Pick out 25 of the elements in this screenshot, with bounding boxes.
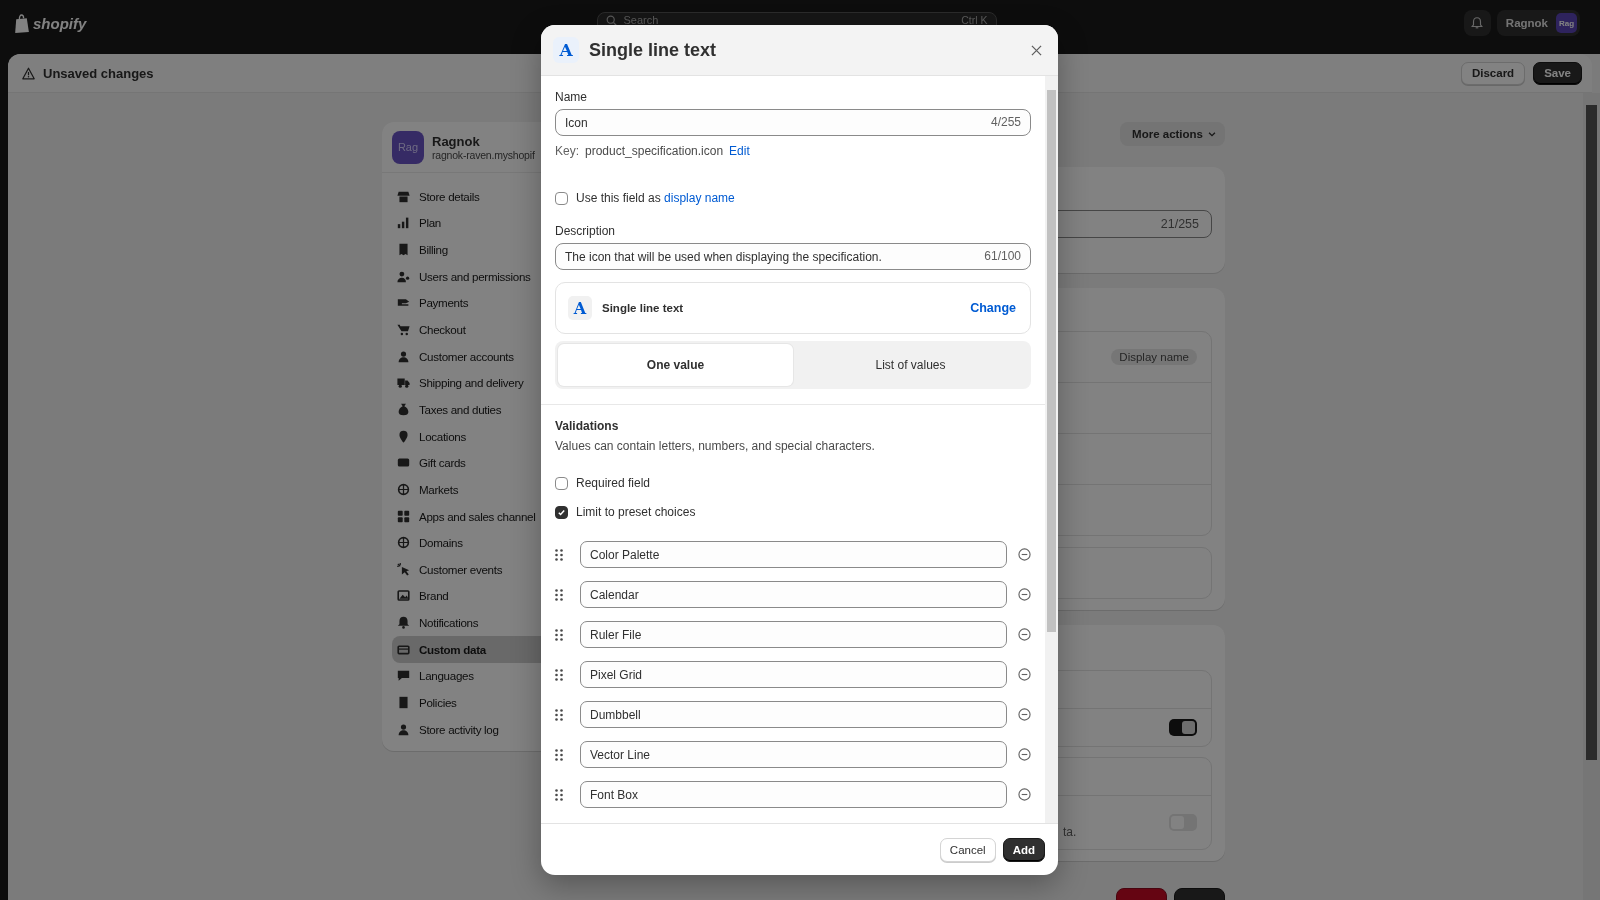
display-name-badge: Display name [1111,349,1197,365]
unsaved-title: Unsaved changes [43,65,155,81]
section-title: Validations [555,418,620,434]
character-count: 61/100 [984,249,1021,263]
checkbox-label: Limit to preset choices [576,505,696,519]
store-avatar: Rag [1556,13,1577,33]
character-count: 4/255 [990,115,1021,129]
modal-title: Single line text [589,39,718,61]
store-url: ragnok-raven.myshopif [432,148,535,161]
field-label: Description [555,223,616,239]
text-type-icon: A [553,37,579,63]
key-label: Key: [555,144,579,158]
checkbox-label: Use this field as display name [576,191,735,205]
store-avatar: Rag [392,130,424,164]
store-name: Ragnok [432,133,481,149]
shortcut-hint: Ctrl K [961,14,988,26]
key-value: product_specification.icon [585,144,724,158]
type-label: Single line text [602,302,685,314]
logo-text: shopify [33,14,87,32]
field-label: Name [555,89,587,105]
text-type-icon: A [568,296,592,320]
checkbox-label: Required field [576,476,651,490]
section-description: Values can contain letters, numbers, and special characters. [555,438,875,454]
description-text: ta. [1063,824,1077,839]
character-count: 21/255 [1160,217,1199,231]
